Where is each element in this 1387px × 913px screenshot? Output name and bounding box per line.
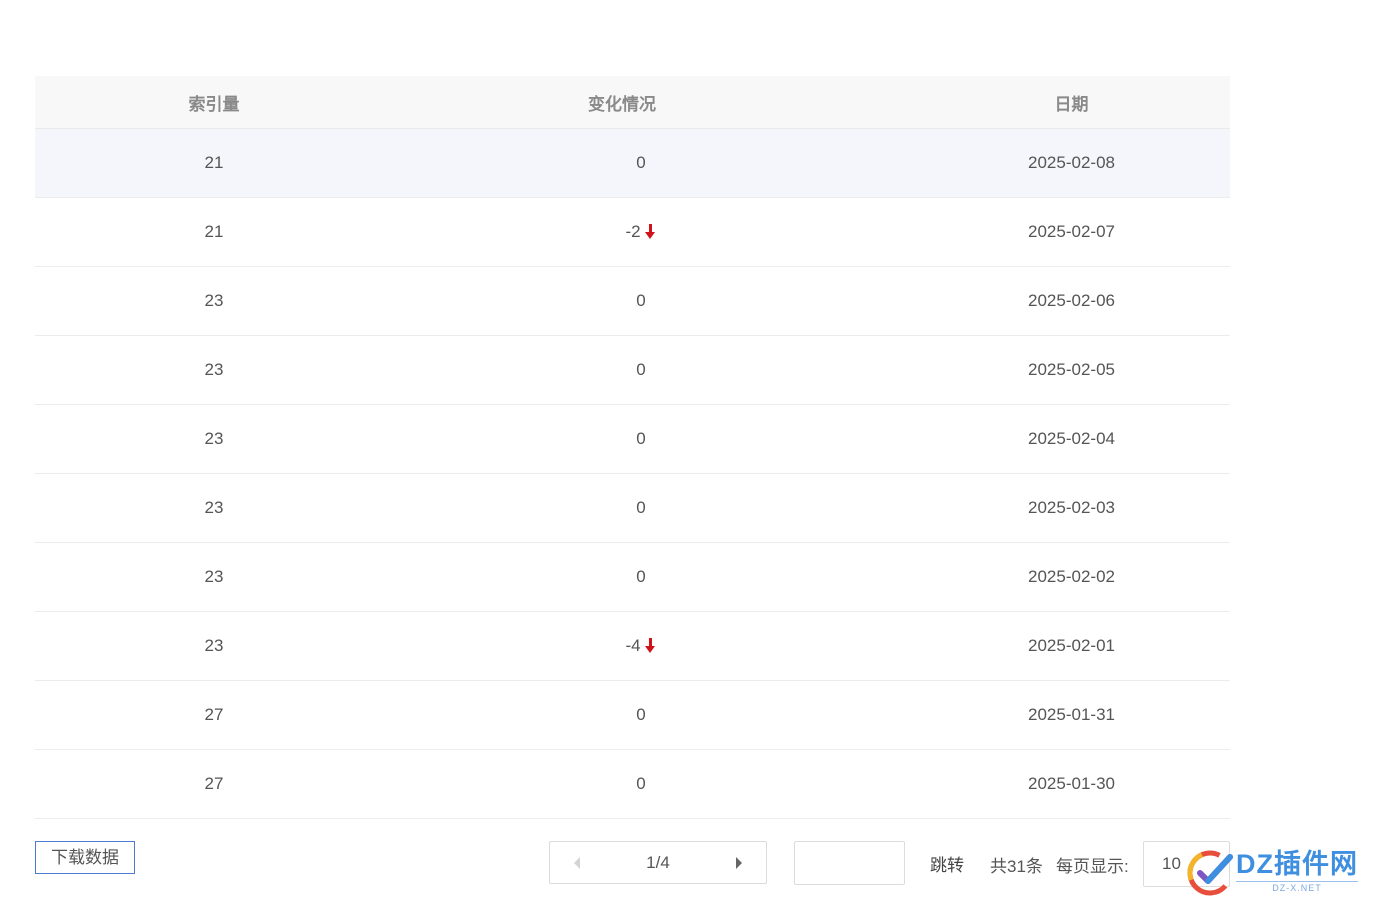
change-value: -4 bbox=[625, 636, 641, 655]
cell-date: 2025-02-05 bbox=[1028, 360, 1115, 379]
arrow-down-icon bbox=[644, 224, 657, 240]
page: 索引量 变化情况 日期 21 0 2025-02-08 21 -2 2025-0… bbox=[0, 0, 1387, 913]
header-date: 日期 bbox=[1054, 94, 1089, 114]
cell-change: 0 bbox=[393, 774, 793, 794]
change-value: 0 bbox=[636, 429, 646, 448]
cell-index: 27 bbox=[204, 774, 224, 793]
cell-index: 21 bbox=[204, 153, 224, 172]
watermark-main-text: DZ插件网 bbox=[1236, 849, 1358, 879]
table-row: 27 0 2025-01-30 bbox=[35, 750, 1230, 819]
cell-index: 21 bbox=[204, 222, 224, 241]
page-indicator: 1/4 bbox=[646, 852, 670, 872]
cell-change: 0 bbox=[393, 153, 793, 173]
cell-date: 2025-02-04 bbox=[1028, 429, 1115, 448]
change-value: 0 bbox=[636, 291, 646, 310]
cell-date: 2025-01-31 bbox=[1028, 705, 1115, 724]
cell-date: 2025-02-07 bbox=[1028, 222, 1115, 241]
cell-index: 23 bbox=[204, 636, 224, 655]
cell-index: 23 bbox=[204, 429, 224, 448]
download-data-button[interactable]: 下载数据 bbox=[35, 841, 135, 874]
table-row: 23 0 2025-02-02 bbox=[35, 543, 1230, 612]
cell-date: 2025-02-06 bbox=[1028, 291, 1115, 310]
change-value: 0 bbox=[636, 360, 646, 379]
change-value: 0 bbox=[636, 153, 646, 172]
cell-change: 0 bbox=[393, 429, 793, 449]
cell-index: 27 bbox=[204, 705, 224, 724]
table-row: 21 0 2025-02-08 bbox=[35, 129, 1230, 198]
change-value: 0 bbox=[636, 567, 646, 586]
arrow-down-icon bbox=[644, 638, 657, 654]
cell-date: 2025-02-08 bbox=[1028, 153, 1115, 172]
prev-page-icon[interactable] bbox=[572, 856, 582, 869]
total-count: 共31条 bbox=[990, 857, 1043, 876]
watermark: DZ插件网 DZ-X.NET bbox=[1186, 843, 1376, 899]
table-row: 23 -4 2025-02-01 bbox=[35, 612, 1230, 681]
cell-index: 23 bbox=[204, 567, 224, 586]
table-row: 21 -2 2025-02-07 bbox=[35, 198, 1230, 267]
table-row: 23 0 2025-02-04 bbox=[35, 405, 1230, 474]
watermark-logo-icon bbox=[1187, 850, 1233, 896]
table-row: 23 0 2025-02-05 bbox=[35, 336, 1230, 405]
cell-date: 2025-02-03 bbox=[1028, 498, 1115, 517]
pagination: 1/4 bbox=[549, 841, 767, 884]
cell-index: 23 bbox=[204, 360, 224, 379]
cell-change: -2 bbox=[393, 222, 793, 242]
watermark-text: DZ插件网 DZ-X.NET bbox=[1236, 849, 1358, 893]
index-table: 索引量 变化情况 日期 21 0 2025-02-08 21 -2 2025-0… bbox=[35, 76, 1230, 819]
jump-button[interactable]: 跳转 bbox=[930, 851, 964, 876]
watermark-sub-text: DZ-X.NET bbox=[1236, 881, 1358, 893]
header-change: 变化情况 bbox=[588, 94, 656, 114]
table-row: 23 0 2025-02-03 bbox=[35, 474, 1230, 543]
change-value: -2 bbox=[625, 222, 641, 241]
cell-index: 23 bbox=[204, 498, 224, 517]
per-page-value: 10 bbox=[1162, 854, 1181, 873]
cell-change: -4 bbox=[393, 636, 793, 656]
cell-date: 2025-01-30 bbox=[1028, 774, 1115, 793]
table-row: 27 0 2025-01-31 bbox=[35, 681, 1230, 750]
cell-date: 2025-02-02 bbox=[1028, 567, 1115, 586]
jump-page-input[interactable] bbox=[794, 841, 905, 885]
change-value: 0 bbox=[636, 498, 646, 517]
change-value: 0 bbox=[636, 774, 646, 793]
cell-change: 0 bbox=[393, 291, 793, 311]
per-page-label: 每页显示: bbox=[1056, 857, 1129, 876]
cell-change: 0 bbox=[393, 498, 793, 518]
cell-index: 23 bbox=[204, 291, 224, 310]
table-row: 23 0 2025-02-06 bbox=[35, 267, 1230, 336]
cell-change: 0 bbox=[393, 360, 793, 380]
cell-change: 0 bbox=[393, 705, 793, 725]
cell-change: 0 bbox=[393, 567, 793, 587]
next-page-icon[interactable] bbox=[734, 856, 744, 869]
cell-date: 2025-02-01 bbox=[1028, 636, 1115, 655]
header-index: 索引量 bbox=[188, 94, 240, 114]
change-value: 0 bbox=[636, 705, 646, 724]
table-header: 索引量 变化情况 日期 bbox=[35, 76, 1230, 129]
